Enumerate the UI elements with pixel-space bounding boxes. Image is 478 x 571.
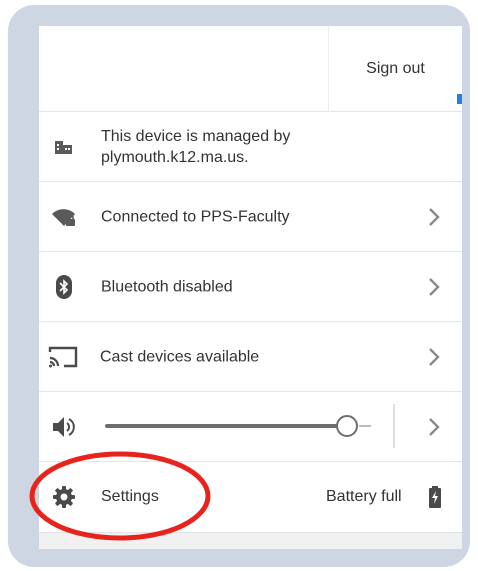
focus-indicator (457, 94, 462, 104)
cast-label: Cast devices available (100, 348, 260, 365)
volume-slider-thumb[interactable] (336, 415, 358, 437)
divider (393, 404, 395, 448)
sign-out-button[interactable]: Sign out (328, 26, 462, 112)
network-row[interactable]: Connected to PPS-Faculty (39, 182, 462, 252)
chevron-right-icon[interactable] (424, 205, 444, 229)
volume-slider-remainder[interactable] (359, 425, 371, 427)
volume-slider-track[interactable] (105, 424, 349, 428)
building-icon (51, 134, 77, 160)
chevron-right-icon[interactable] (424, 345, 444, 369)
annotation-circle (29, 451, 211, 541)
network-label: Connected to PPS-Faculty (101, 208, 290, 225)
managed-line-2: plymouth.k12.ma.us. (101, 148, 249, 166)
cast-row[interactable]: Cast devices available (39, 322, 462, 392)
battery-label: Battery full (326, 488, 402, 505)
header-row: Sign out (39, 26, 462, 112)
cast-icon (47, 344, 79, 370)
wifi-locked-icon (51, 204, 77, 230)
managed-device-row[interactable]: This device is managed by plymouth.k12.m… (39, 112, 462, 182)
bluetooth-label: Bluetooth disabled (101, 278, 233, 295)
chevron-right-icon[interactable] (424, 415, 444, 439)
bluetooth-icon (51, 274, 77, 300)
battery-icon[interactable] (428, 486, 442, 508)
managed-device-text: This device is managed by plymouth.k12.m… (101, 126, 290, 168)
speaker-icon[interactable] (51, 414, 77, 440)
chevron-right-icon[interactable] (424, 275, 444, 299)
managed-line-1: This device is managed by (101, 127, 291, 145)
bluetooth-row[interactable]: Bluetooth disabled (39, 252, 462, 322)
